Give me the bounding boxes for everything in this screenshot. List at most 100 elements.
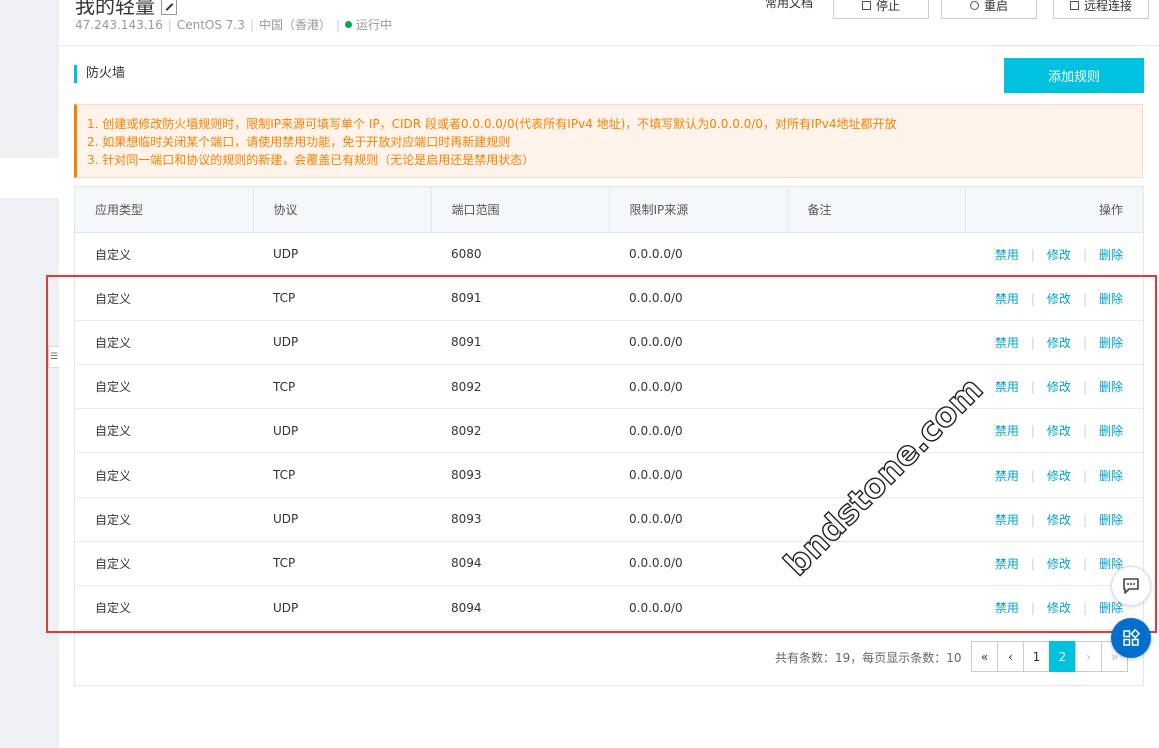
cell-type: 自定义 [95,512,132,527]
delete-button[interactable]: 删除 [1099,601,1123,615]
disable-button[interactable]: 禁用 [995,513,1019,527]
action-separator: | [1030,512,1035,527]
instance-ip: 47.243.143.16 [75,18,163,32]
cell-actions: 禁用 | 修改 | 删除 [965,453,1143,497]
delete-button[interactable]: 删除 [1099,292,1123,306]
edit-button[interactable]: 修改 [1047,513,1071,527]
action-separator: | [1030,291,1035,306]
edit-button[interactable]: 修改 [1047,336,1071,350]
table-header-row: 应用类型 协议 端口范围 限制IP来源 备注 操作 [75,187,1143,233]
cell-type: 自定义 [95,556,132,571]
cell-type: 自定义 [95,247,132,262]
delete-button[interactable]: 删除 [1099,248,1123,262]
instance-meta: 47.243.143.16 | CentOS 7.3 | 中国（香港） | 运行中 [75,18,393,32]
cell-port: 8094 [451,556,482,571]
table-row: 自定义 UDP 8093 0.0.0.0/0 禁用 | 修改 | 删除 [75,497,1143,542]
action-separator: | [1030,380,1035,395]
column-header: 备注 [787,187,966,233]
restart-button[interactable]: 重启 [941,0,1037,19]
stop-button[interactable]: 停止 [833,0,929,19]
disable-button[interactable]: 禁用 [995,336,1019,350]
action-separator: | [1082,468,1087,483]
cell-type: 自定义 [95,380,132,395]
next-page-button[interactable]: › [1075,641,1102,672]
cell-port: 8091 [451,291,482,306]
table-row: 自定义 TCP 8093 0.0.0.0/0 禁用 | 修改 | 删除 [75,453,1143,498]
disable-button[interactable]: 禁用 [995,469,1019,483]
edit-icon[interactable] [161,0,177,15]
edit-button[interactable]: 修改 [1047,248,1071,262]
cell-note [787,276,965,320]
cell-protocol: TCP [273,291,296,306]
cell-protocol: UDP [273,512,299,527]
cell-type: 自定义 [95,335,132,350]
cell-protocol: UDP [273,600,299,615]
action-separator: | [1082,512,1087,527]
disable-button[interactable]: 禁用 [995,248,1019,262]
prev-page-button[interactable]: ‹ [997,641,1024,672]
section-title: 防火墙 [74,65,125,83]
disable-button[interactable]: 禁用 [995,601,1019,615]
cell-source: 0.0.0.0/0 [629,247,683,262]
table-row: 自定义 UDP 6080 0.0.0.0/0 禁用 | 修改 | 删除 [75,232,1143,277]
left-rail: ☰ [0,0,59,748]
firewall-table: 应用类型 协议 端口范围 限制IP来源 备注 操作 自定义 UDP 6080 0.0.… [74,186,1144,686]
edit-button[interactable]: 修改 [1047,424,1071,438]
delete-button[interactable]: 删除 [1099,336,1123,350]
sidebar-collapse-icon[interactable]: ☰ [48,346,59,368]
docs-link[interactable]: 常用文档 [765,0,813,11]
action-separator: | [1030,468,1035,483]
edit-button[interactable]: 修改 [1047,380,1071,394]
disable-button[interactable]: 禁用 [995,424,1019,438]
cell-source: 0.0.0.0/0 [629,335,683,350]
instance-status: 运行中 [356,18,393,32]
cell-protocol: TCP [273,556,296,571]
page-1-button[interactable]: 1 [1023,641,1050,672]
page-2-button[interactable]: 2 [1049,641,1076,672]
action-separator: | [1082,424,1087,439]
cell-note [787,365,965,409]
delete-button[interactable]: 删除 [1099,513,1123,527]
cell-actions: 禁用 | 修改 | 删除 [965,365,1143,409]
delete-button[interactable]: 删除 [1099,424,1123,438]
action-separator: | [1082,601,1087,616]
cell-note [787,497,965,541]
disable-button[interactable]: 禁用 [995,557,1019,571]
first-page-button[interactable]: « [971,641,998,672]
action-separator: | [1082,380,1087,395]
cell-source: 0.0.0.0/0 [629,600,683,615]
remote-connect-button[interactable]: 远程连接 [1053,0,1149,19]
action-separator: | [1082,335,1087,350]
cell-port: 8093 [451,512,482,527]
table-row: 自定义 UDP 8094 0.0.0.0/0 禁用 | 修改 | 删除 [75,586,1143,630]
cell-source: 0.0.0.0/0 [629,379,683,394]
add-rule-button[interactable]: 添加规则 [1004,58,1144,93]
delete-button[interactable]: 删除 [1099,469,1123,483]
edit-button[interactable]: 修改 [1047,557,1071,571]
cell-port: 8091 [451,335,482,350]
cell-source: 0.0.0.0/0 [629,512,683,527]
column-header: 应用类型 [75,187,254,233]
left-rail-active-tab[interactable] [0,158,59,198]
status-dot-icon [345,21,352,28]
disable-button[interactable]: 禁用 [995,292,1019,306]
cell-source: 0.0.0.0/0 [629,556,683,571]
edit-button[interactable]: 修改 [1047,292,1071,306]
notice-line: 2. 如果想临时关闭某个端口，请使用禁用功能，免于开放对应端口时再新建规则 [87,135,511,149]
cell-type: 自定义 [95,468,132,483]
apps-float-button[interactable] [1111,618,1151,658]
action-separator: | [1082,556,1087,571]
edit-button[interactable]: 修改 [1047,469,1071,483]
chat-float-button[interactable] [1111,566,1151,606]
cell-protocol: TCP [273,468,296,483]
pagination-summary: 共有条数：19，每页显示条数：10 [775,651,962,665]
cell-source: 0.0.0.0/0 [629,291,683,306]
instance-os: CentOS 7.3 [176,18,245,32]
cell-type: 自定义 [95,424,132,439]
action-separator: | [1082,291,1087,306]
cell-actions: 禁用 | 修改 | 删除 [965,409,1143,453]
edit-button[interactable]: 修改 [1047,601,1071,615]
disable-button[interactable]: 禁用 [995,380,1019,394]
delete-button[interactable]: 删除 [1099,380,1123,394]
column-header: 协议 [253,187,432,233]
